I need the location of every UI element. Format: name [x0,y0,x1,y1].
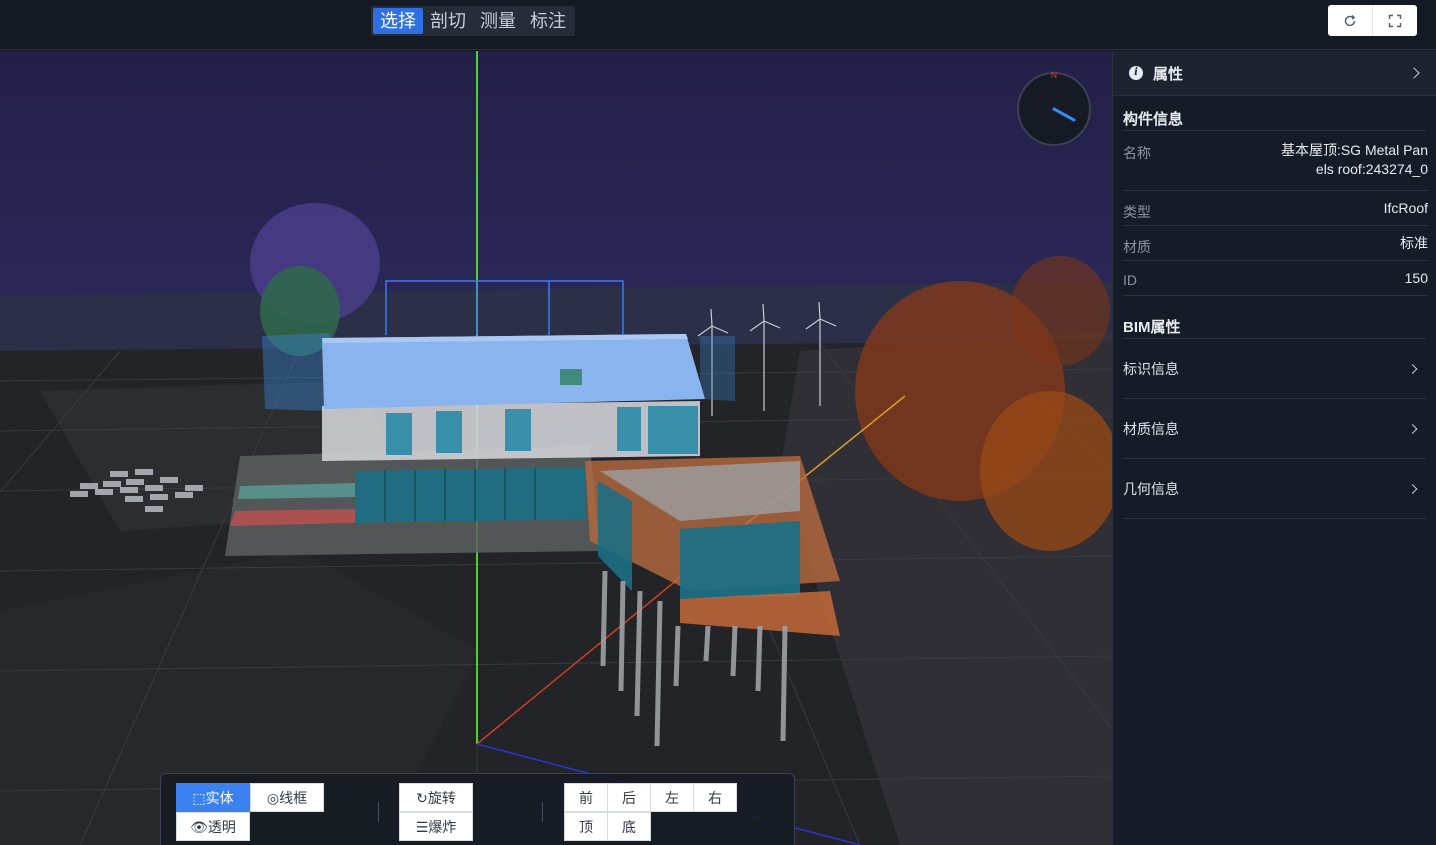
wireframe-mode-button[interactable]: ◎线框 [250,783,324,812]
transparent-mode-button[interactable]: 👁透明 [176,812,250,841]
view-control-buttons [1328,5,1417,36]
toolbar-divider [542,802,543,822]
chevron-right-icon[interactable] [1408,67,1420,79]
field-material-row: 材质 标准 [1123,226,1428,261]
chevron-right-icon [1407,363,1418,374]
top-bar: 选择 剖切 测量 标注 [0,0,1436,50]
mode-section-button[interactable]: 剖切 [423,8,473,34]
explode-icon: ☰ [415,819,429,835]
field-label: 类型 [1123,204,1151,220]
refresh-button[interactable] [1328,5,1372,36]
compass-north-label: N [1051,71,1058,81]
field-label: ID [1123,272,1137,288]
field-value: 标准 [1400,235,1428,251]
refresh-icon [1344,14,1356,26]
mode-toolbar: 选择 剖切 测量 标注 [371,6,575,36]
view-front-button[interactable]: 前 [564,783,608,812]
bim-properties-title: BIM属性 [1123,304,1426,339]
compass-icon: N [1017,71,1091,146]
bim-item-geometry[interactable]: 几何信息 [1123,459,1426,519]
field-id-row: ID 150 [1123,261,1428,296]
view-bottom-button[interactable]: 底 [607,812,651,841]
explode-button[interactable]: ☰爆炸 [399,812,473,841]
field-name-row: 名称 基本屋顶:SG Metal Pan els roof:243274_0 [1123,131,1428,191]
field-value: 基本屋顶:SG Metal Pan els roof:243274_0 [1280,142,1428,177]
field-label: 材质 [1123,239,1151,255]
eye-icon: 👁 [190,819,208,835]
field-value: IfcRoof [1383,200,1428,216]
chevron-right-icon [1407,423,1418,434]
properties-panel-header[interactable]: i 属性 [1113,51,1436,96]
bim-scene [0,51,1112,845]
field-value: 150 [1404,270,1428,286]
bim-item-identity[interactable]: 标识信息 [1123,339,1426,399]
wireframe-icon: ◎ [266,790,280,806]
mode-measure-button[interactable]: 测量 [473,8,523,34]
mode-annotate-button[interactable]: 标注 [523,8,573,34]
view-left-button[interactable]: 左 [650,783,694,812]
bottom-toolbar: ⬚实体 ◎线框 👁透明 ↻旋转 ☰爆炸 前 后 左 右 顶 底 [160,773,795,845]
info-icon: i [1129,66,1143,80]
view-right-button[interactable]: 右 [693,783,737,812]
fullscreen-button[interactable] [1372,5,1417,36]
cube-icon: ⬚ [192,790,206,806]
panel-title: 属性 [1153,65,1184,83]
view-top-button[interactable]: 顶 [564,812,608,841]
view-back-button[interactable]: 后 [607,783,651,812]
field-label: 名称 [1123,145,1151,161]
rotate-button[interactable]: ↻旋转 [399,783,473,812]
field-type-row: 类型 IfcRoof [1123,191,1428,226]
rotate-icon: ↻ [416,790,428,806]
chevron-right-icon [1407,483,1418,494]
mode-select-button[interactable]: 选择 [373,8,423,34]
properties-panel: i 属性 构件信息 名称 基本屋顶:SG Metal Pan els roof:… [1112,51,1436,845]
3d-viewport[interactable]: N [0,51,1112,845]
component-info-title: 构件信息 [1123,96,1426,131]
bim-item-material[interactable]: 材质信息 [1123,399,1426,459]
solid-mode-button[interactable]: ⬚实体 [176,783,250,812]
fullscreen-icon [1388,14,1402,27]
toolbar-divider [378,802,379,822]
compass[interactable]: N [1016,71,1092,147]
